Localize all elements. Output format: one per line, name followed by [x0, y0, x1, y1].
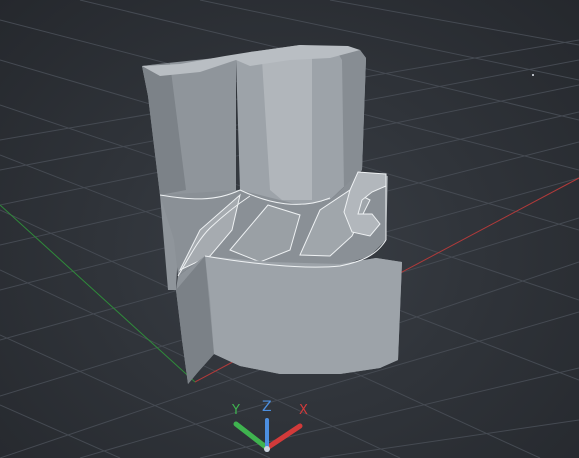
3d-viewport[interactable]: Y Z X	[0, 0, 579, 458]
gizmo-origin	[264, 446, 270, 452]
gizmo-x-label: X	[299, 403, 308, 418]
gizmo-x-arrow[interactable]	[264, 423, 303, 451]
gizmo-y-arrow[interactable]	[233, 421, 270, 451]
gizmo-y-label: Y	[232, 403, 240, 418]
gizmo-z-label: Z	[262, 399, 272, 415]
axis-gizmo[interactable]	[0, 0, 579, 458]
